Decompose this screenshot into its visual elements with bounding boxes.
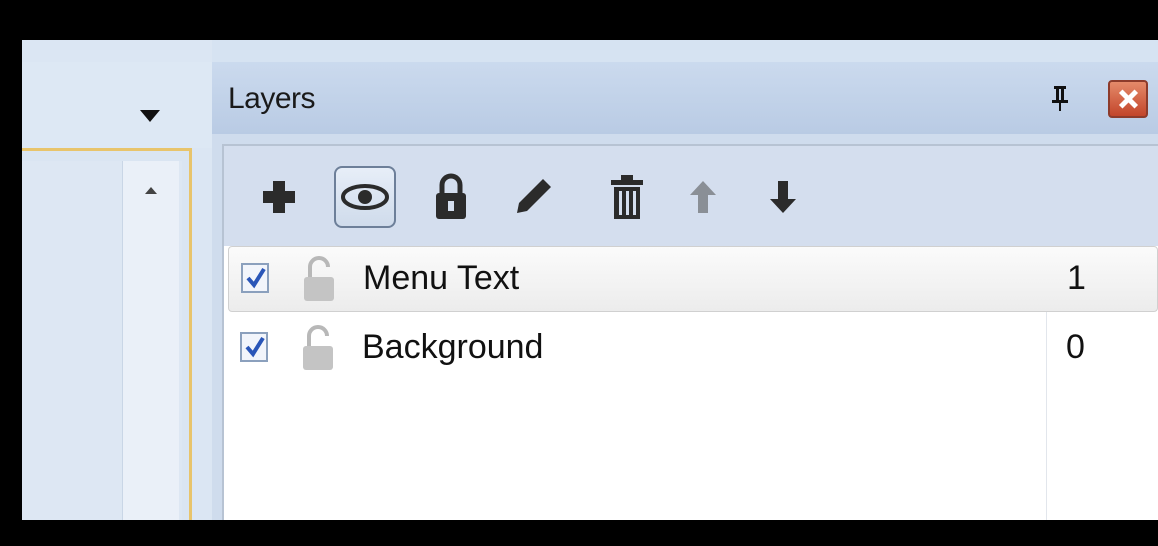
layer-name: Background — [362, 328, 544, 366]
app-window: Layers Menu Text 1 Background 0 — [22, 40, 1158, 520]
left-panel-list — [22, 148, 192, 520]
eye-icon[interactable] — [334, 166, 396, 228]
unlocked-lock-icon[interactable] — [301, 255, 337, 303]
pin-icon[interactable] — [1050, 84, 1070, 112]
layer-index: 0 — [1066, 328, 1085, 366]
dropdown-arrow-icon[interactable] — [140, 110, 160, 122]
left-panel-content — [22, 161, 182, 520]
left-panel-header — [22, 62, 212, 148]
close-icon[interactable] — [1108, 80, 1148, 118]
layers-list-container: Menu Text 1 Background 0 — [222, 144, 1158, 520]
layers-title-bar: Layers — [212, 62, 1158, 134]
unlocked-lock-icon[interactable] — [300, 324, 336, 372]
layer-name: Menu Text — [363, 259, 520, 297]
lock-icon[interactable] — [420, 166, 482, 228]
scroll-up-arrow-icon[interactable] — [145, 187, 157, 194]
visibility-checkbox[interactable] — [241, 263, 269, 293]
layer-index: 1 — [1067, 259, 1086, 297]
layers-toolbar — [224, 146, 1158, 246]
pencil-icon[interactable] — [502, 166, 564, 228]
scrollbar[interactable] — [122, 161, 179, 520]
arrow-down-icon[interactable] — [752, 166, 814, 228]
arrow-up-icon[interactable] — [672, 166, 734, 228]
visibility-checkbox[interactable] — [240, 332, 268, 362]
trash-icon[interactable] — [596, 166, 658, 228]
layer-row-menu-text[interactable]: Menu Text 1 — [228, 246, 1158, 312]
left-panel — [22, 40, 212, 520]
layers-panel: Layers Menu Text 1 Background 0 — [212, 62, 1158, 520]
layers-list: Menu Text 1 Background 0 — [224, 246, 1158, 520]
layer-row-background[interactable]: Background 0 — [228, 316, 1158, 382]
add-layer-icon[interactable] — [248, 166, 310, 228]
layers-panel-title: Layers — [228, 82, 316, 115]
